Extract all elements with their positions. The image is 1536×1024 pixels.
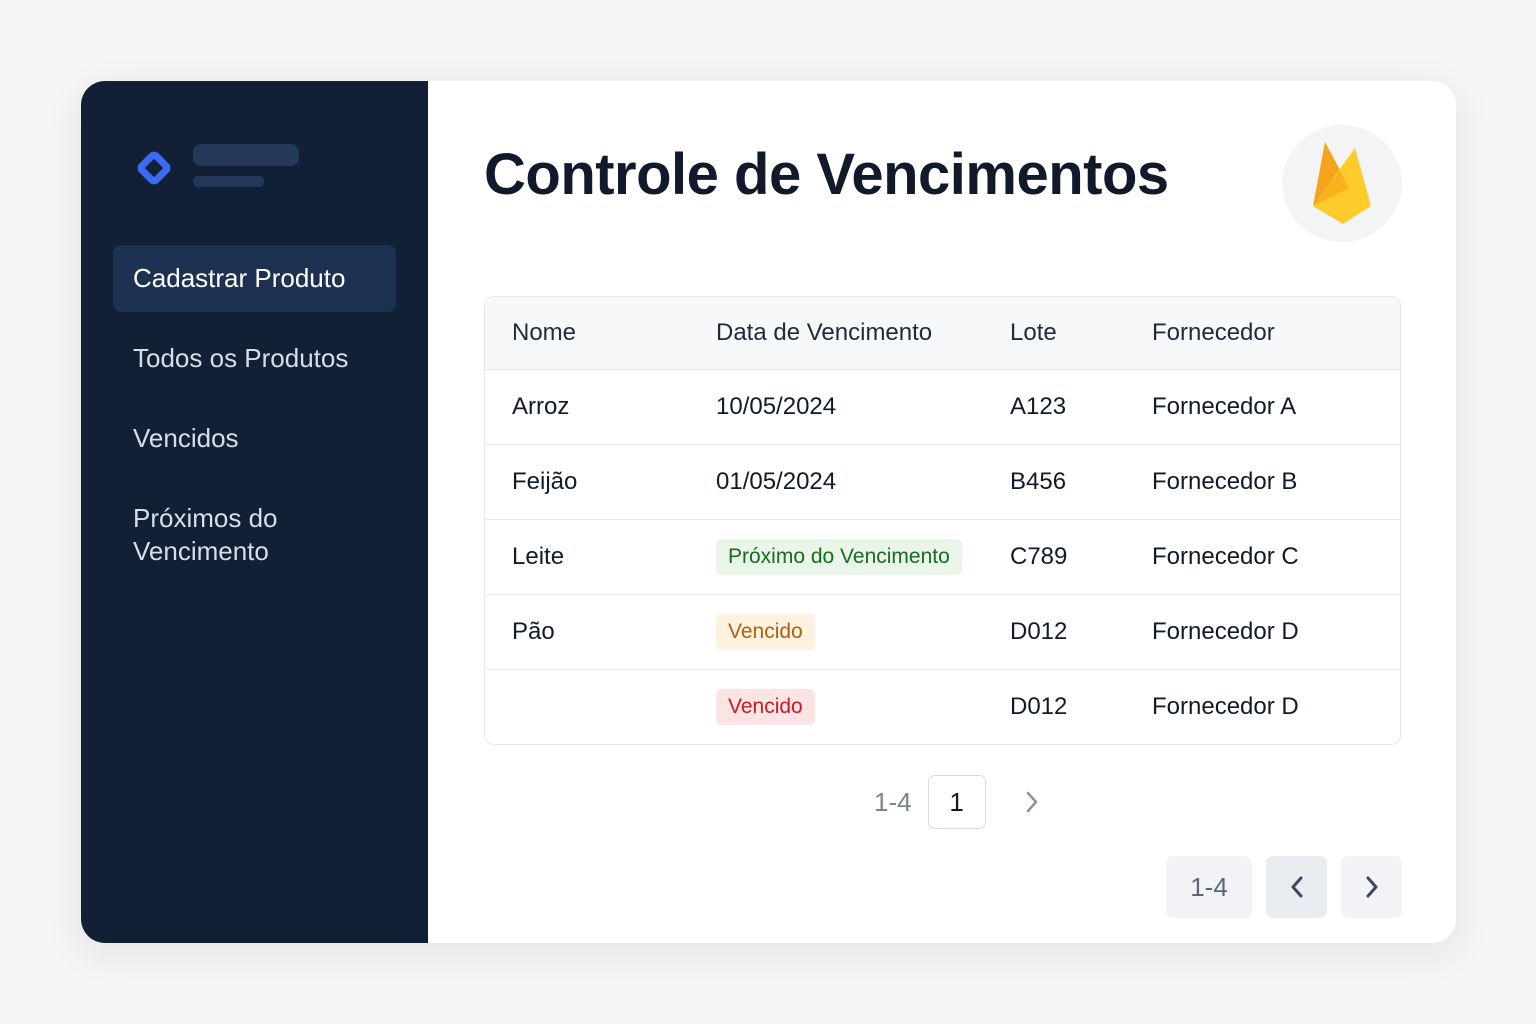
column-header-nome[interactable]: Nome: [485, 297, 689, 370]
chevron-left-icon: [1291, 876, 1302, 898]
products-table: Nome Data de Vencimento Lote Fornecedor …: [484, 296, 1401, 745]
cell-date: Vencido: [689, 669, 983, 744]
sidebar-item-todos-os-produtos[interactable]: Todos os Produtos: [113, 325, 396, 392]
table-row[interactable]: Pão Vencido D012 Fornecedor D: [485, 594, 1400, 670]
cell-supplier: Fornecedor B: [1125, 444, 1400, 520]
bottom-pagination: 1-4: [1166, 856, 1402, 918]
chevron-right-icon: [1366, 876, 1377, 898]
cell-lot: D012: [983, 594, 1125, 670]
firebase-badge: [1282, 125, 1402, 242]
sidebar-item-vencidos[interactable]: Vencidos: [113, 405, 396, 472]
next-page-button-bottom[interactable]: [1341, 856, 1402, 918]
cell-lot: C789: [983, 519, 1125, 595]
main-content: Controle de Vencimentos Nome Data de Ven…: [428, 81, 1456, 943]
cell-date: 01/05/2024: [689, 444, 983, 520]
column-header-lote[interactable]: Lote: [983, 297, 1125, 370]
table-header-row: Nome Data de Vencimento Lote Fornecedor: [485, 297, 1400, 370]
cell-name: Arroz: [485, 369, 689, 445]
cell-name: Leite: [485, 519, 689, 595]
table-row[interactable]: Feijão 01/05/2024 B456 Fornecedor B: [485, 444, 1400, 520]
pagination-range: 1-4: [874, 786, 912, 817]
bottom-pagination-range: 1-4: [1166, 856, 1252, 918]
cell-lot: D012: [1010, 692, 1068, 720]
chevron-right-icon: [1026, 791, 1037, 813]
cell-supplier: Fornecedor D: [1125, 594, 1400, 670]
cell-supplier: Fornecedor A: [1125, 369, 1400, 445]
logo-placeholder: [193, 144, 299, 187]
table-row[interactable]: Arroz 10/05/2024 A123 Fornecedor A: [485, 369, 1400, 445]
table-pagination: 1-4 1: [874, 775, 1052, 829]
logo-icon: [137, 151, 171, 185]
firebase-icon: [1313, 141, 1371, 224]
status-badge-vencido: Vencido: [716, 688, 815, 725]
cell-date: Vencido: [689, 594, 983, 670]
table-row[interactable]: Leite Próximo do Vencimento C789 Fornece…: [485, 519, 1400, 595]
column-header-fornecedor[interactable]: Fornecedor: [1125, 297, 1400, 370]
app-window: Cadastrar Produto Todos os Produtos Venc…: [81, 81, 1456, 943]
prev-page-button[interactable]: [1266, 856, 1327, 918]
page-title: Controle de Vencimentos: [484, 142, 1169, 207]
table-row[interactable]: Vencido D012 Fornecedor D: [485, 669, 1400, 744]
cell-name: [485, 669, 689, 744]
status-badge-proximo: Próximo do Vencimento: [716, 538, 962, 575]
cell-name: Feijão: [485, 444, 689, 520]
cell-lot: A123: [983, 369, 1125, 445]
sidebar-item-proximos-do-vencimento[interactable]: Próximos do Vencimento: [113, 485, 343, 585]
cell-lot: B456: [983, 444, 1125, 520]
status-badge-vencido: Vencido: [716, 613, 815, 650]
cell-supplier: Fornecedor D: [1152, 692, 1299, 720]
column-header-data-vencimento[interactable]: Data de Vencimento: [689, 297, 983, 370]
next-page-button[interactable]: [1012, 775, 1052, 829]
sidebar-nav: Cadastrar Produto Todos os Produtos Venc…: [113, 245, 396, 598]
sidebar-item-cadastrar-produto[interactable]: Cadastrar Produto: [113, 245, 396, 312]
cell-date: Próximo do Vencimento: [689, 519, 983, 595]
cell-supplier: Fornecedor C: [1125, 519, 1400, 595]
cell-name: Pão: [485, 594, 689, 670]
cell-date: 10/05/2024: [689, 369, 983, 445]
page-button-current[interactable]: 1: [927, 775, 986, 829]
sidebar: Cadastrar Produto Todos os Produtos Venc…: [81, 81, 428, 943]
